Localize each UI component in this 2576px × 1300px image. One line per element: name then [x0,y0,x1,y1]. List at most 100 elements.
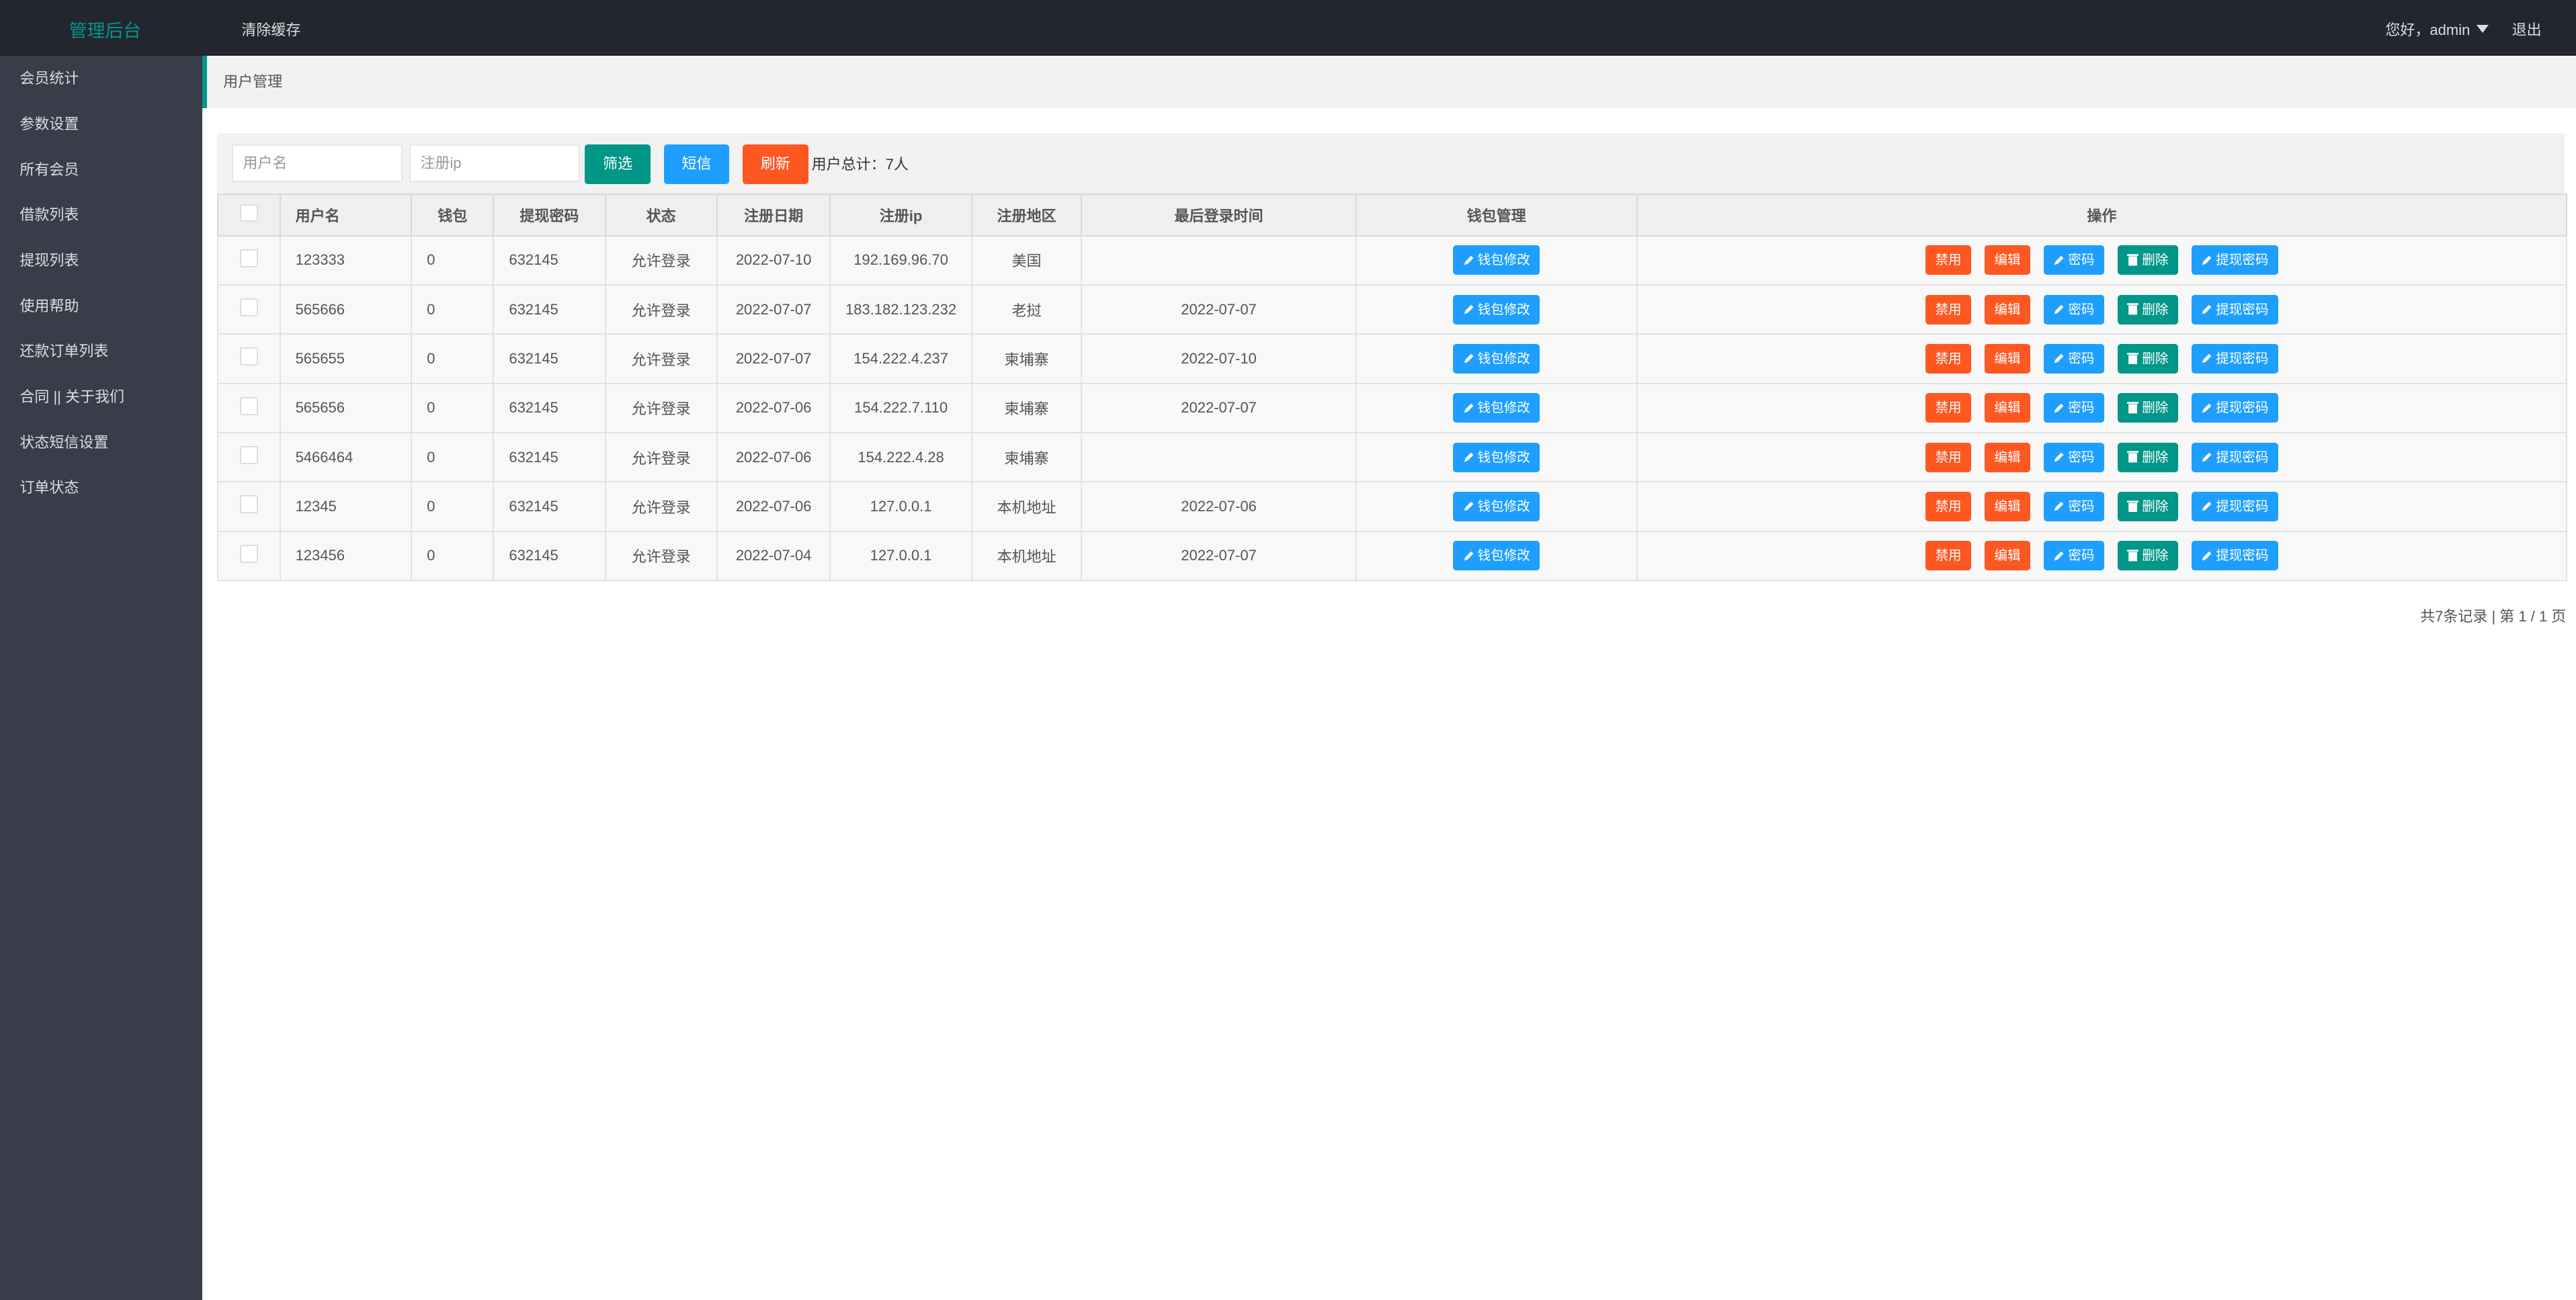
column-header: 钱包 [411,193,495,236]
wallet-edit-button[interactable]: 钱包修改 [1452,393,1540,423]
pagination: 共7条记录 | 第 1 / 1 页 [2420,607,2567,625]
disable-button[interactable]: 禁用 [1925,491,1972,521]
sidebar-item[interactable]: 参数设置 [0,101,202,147]
label: 密码 [2068,302,2095,317]
delete-button[interactable]: 删除 [2117,541,2179,571]
delete-button[interactable]: 删除 [2117,343,2179,374]
table-cell: 632145 [493,431,606,483]
wallet-edit-button[interactable]: 钱包修改 [1452,245,1540,275]
toolbar: 筛选 短信 刷新 用户总计：7人 [216,133,2565,194]
password-button[interactable]: 密码 [2043,245,2105,275]
table-cell [1081,234,1357,286]
edit-button[interactable]: 编辑 [1984,442,2031,472]
wallet-edit-button[interactable]: 钱包修改 [1452,343,1540,374]
disable-button[interactable]: 禁用 [1925,393,1972,423]
table-cell: 565666 [279,284,413,335]
pencil-icon [2053,302,2068,317]
wallet-cell: 钱包修改 [1355,234,1638,286]
column-header: 注册地区 [970,193,1083,236]
password-button[interactable]: 密码 [2043,491,2105,521]
sidebar-item[interactable]: 订单状态 [0,465,202,511]
pencil-icon [2201,302,2216,317]
delete-button[interactable]: 删除 [2117,393,2179,423]
wallet-edit-button[interactable]: 钱包修改 [1452,294,1540,324]
delete-button[interactable]: 删除 [2117,442,2179,472]
withdraw-password-button[interactable]: 提现密码 [2191,541,2279,571]
wallet-edit-button[interactable]: 钱包修改 [1452,442,1540,472]
row-checkbox[interactable] [239,495,258,514]
disable-button[interactable]: 禁用 [1925,294,1972,324]
edit-button[interactable]: 编辑 [1984,245,2031,275]
top-bar: 管理后台 清除缓存 您好，admin 退出 [0,0,2576,56]
sidebar-item[interactable]: 合同 || 关于我们 [0,374,202,420]
sidebar-item[interactable]: 借款列表 [0,192,202,238]
password-button[interactable]: 密码 [2043,343,2105,374]
table-row: 565656 0 632145 允许登录 2022-07-06 154.222.7.110… [216,382,2568,433]
label: 删除 [2142,351,2169,366]
wallet-edit-button[interactable]: 钱包修改 [1452,541,1540,571]
table-cell: 2022-07-07 [1081,284,1357,335]
edit-button[interactable]: 编辑 [1984,294,2031,324]
row-checkbox[interactable] [239,446,258,464]
row-checkbox[interactable] [239,347,258,366]
row-checkbox[interactable] [239,249,258,267]
disable-button[interactable]: 禁用 [1925,245,1972,275]
row-checkbox[interactable] [239,544,258,563]
withdraw-password-button[interactable]: 提现密码 [2191,442,2279,472]
edit-button[interactable]: 编辑 [1984,491,2031,521]
withdraw-password-button[interactable]: 提现密码 [2191,393,2279,423]
row-checkbox[interactable] [239,298,258,316]
refresh-button[interactable]: 刷新 [742,144,808,184]
delete-button[interactable]: 删除 [2117,491,2179,521]
label: 删除 [2142,253,2169,268]
disable-button[interactable]: 禁用 [1925,442,1972,472]
clear-cache-link[interactable]: 清除缓存 [241,18,300,40]
sidebar-item[interactable]: 使用帮助 [0,284,202,329]
label: 密码 [2068,351,2095,366]
sidebar-item[interactable]: 提现列表 [0,238,202,284]
delete-button[interactable]: 删除 [2117,245,2179,275]
edit-button[interactable]: 编辑 [1984,393,2031,423]
filter-button[interactable]: 筛选 [585,144,651,184]
password-button[interactable]: 密码 [2043,541,2105,571]
table-cell: 154.222.4.237 [829,333,972,384]
username-input[interactable] [231,144,403,183]
label: 密码 [2068,400,2095,416]
password-button[interactable]: 密码 [2043,442,2105,472]
disable-button[interactable]: 禁用 [1925,343,1972,374]
sidebar-item[interactable]: 还款订单列表 [0,329,202,374]
sidebar-item[interactable]: 所有会员 [0,147,202,193]
sidebar-item[interactable]: 会员统计 [0,56,202,101]
caret-down-icon [2477,25,2489,34]
label: 提现密码 [2216,351,2269,366]
edit-button[interactable]: 编辑 [1984,343,2031,374]
withdraw-password-button[interactable]: 提现密码 [2191,491,2279,521]
password-button[interactable]: 密码 [2043,294,2105,324]
withdraw-password-button[interactable]: 提现密码 [2191,343,2279,374]
row-select-cell [216,382,281,433]
password-button[interactable]: 密码 [2043,393,2105,423]
delete-button[interactable]: 删除 [2117,294,2179,324]
sidebar-item[interactable]: 状态短信设置 [0,420,202,466]
edit-button[interactable]: 编辑 [1984,541,2031,571]
logout-link[interactable]: 退出 [2512,18,2542,40]
disable-button[interactable]: 禁用 [1925,541,1972,571]
row-select-cell [216,530,281,581]
table-row: 123456 0 632145 允许登录 2022-07-04 127.0.0.1 本机地址… [216,530,2568,581]
ip-input[interactable] [409,144,580,183]
table-cell: 允许登录 [604,284,718,335]
withdraw-password-button[interactable]: 提现密码 [2191,294,2279,324]
sms-button[interactable]: 短信 [663,144,730,184]
label: 提现密码 [2216,548,2269,564]
wallet-edit-button[interactable]: 钱包修改 [1452,491,1540,521]
table-cell: 柬埔寨 [970,333,1083,384]
actions-cell: 禁用 编辑 密码 删除 提现密码 [1636,431,2568,483]
user-menu[interactable]: 您好，admin [2385,18,2489,40]
row-select-cell [216,481,281,532]
table-cell: 183.182.123.232 [829,284,972,335]
select-all-checkbox[interactable] [239,204,258,222]
actions-cell: 禁用 编辑 密码 删除 提现密码 [1636,333,2568,384]
logo[interactable]: 管理后台 [69,16,142,42]
row-checkbox[interactable] [239,396,258,415]
withdraw-password-button[interactable]: 提现密码 [2191,245,2279,275]
